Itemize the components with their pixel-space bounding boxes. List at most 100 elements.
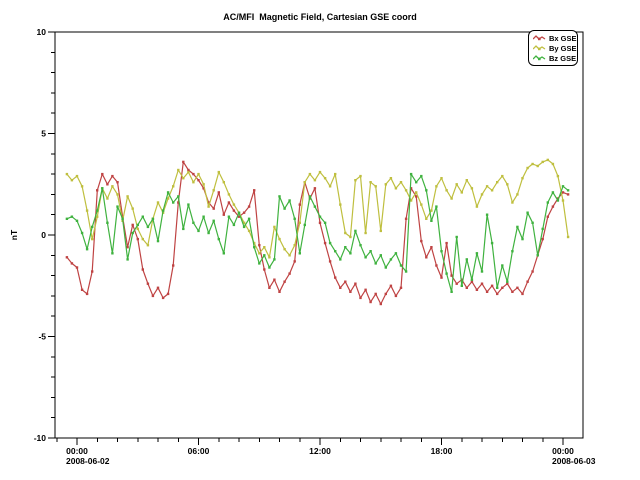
data-point	[248, 230, 250, 232]
data-point	[354, 179, 356, 181]
data-point	[273, 226, 275, 228]
data-point	[187, 203, 189, 205]
data-point	[187, 169, 189, 171]
data-point	[288, 199, 290, 201]
data-point	[385, 183, 387, 185]
data-point	[552, 191, 554, 193]
data-point	[273, 279, 275, 281]
data-point	[202, 183, 204, 185]
data-point	[390, 285, 392, 287]
legend-item-by: By GSE	[533, 43, 574, 53]
y-tick-label: -5	[38, 332, 46, 342]
data-point	[268, 256, 270, 258]
data-point	[496, 181, 498, 183]
data-point	[116, 205, 118, 207]
data-point	[425, 256, 427, 258]
y-tick-label: 0	[41, 230, 46, 240]
data-point	[410, 173, 412, 175]
data-point	[304, 224, 306, 226]
data-point	[516, 193, 518, 195]
data-point	[299, 252, 301, 254]
data-point	[390, 258, 392, 260]
data-point	[167, 191, 169, 193]
data-point	[349, 252, 351, 254]
data-point	[263, 246, 265, 248]
data-point	[537, 254, 539, 256]
data-point	[213, 207, 215, 209]
data-point	[552, 163, 554, 165]
data-point	[440, 250, 442, 252]
data-point	[91, 238, 93, 240]
data-point	[263, 254, 265, 256]
data-point	[324, 242, 326, 244]
data-point	[248, 218, 250, 220]
data-point	[395, 295, 397, 297]
data-point	[380, 303, 382, 305]
data-point	[349, 291, 351, 293]
data-point	[364, 232, 366, 234]
data-point	[380, 254, 382, 256]
data-point	[344, 232, 346, 234]
data-point	[359, 244, 361, 246]
data-point	[91, 226, 93, 228]
data-point	[126, 258, 128, 260]
data-point	[456, 236, 458, 238]
data-point	[66, 256, 68, 258]
data-point	[96, 209, 98, 211]
data-point	[415, 181, 417, 183]
data-point	[314, 179, 316, 181]
data-point	[466, 179, 468, 181]
data-point	[243, 212, 245, 214]
legend-label-bz: Bz GSE	[549, 54, 576, 63]
data-point	[218, 191, 220, 193]
data-point	[557, 175, 559, 177]
data-point	[521, 177, 523, 179]
data-point	[501, 264, 503, 266]
data-point	[466, 258, 468, 260]
data-point	[233, 209, 235, 211]
data-point	[496, 293, 498, 295]
data-point	[542, 161, 544, 163]
data-point	[197, 179, 199, 181]
data-point	[228, 216, 230, 218]
x-tick-label: 00:00	[552, 446, 574, 456]
data-point	[511, 291, 513, 293]
data-point	[354, 230, 356, 232]
data-point	[152, 295, 154, 297]
data-point	[81, 289, 83, 291]
data-point	[456, 183, 458, 185]
x-date-label: 2008-06-02	[66, 456, 110, 466]
data-point	[526, 212, 528, 214]
data-point	[126, 195, 128, 197]
data-point	[202, 216, 204, 218]
y-tick-label: 10	[37, 27, 47, 37]
data-point	[461, 285, 463, 287]
data-point	[137, 224, 139, 226]
data-point	[486, 214, 488, 216]
data-point	[81, 185, 83, 187]
data-point	[86, 209, 88, 211]
data-point	[101, 187, 103, 189]
data-point	[223, 181, 225, 183]
data-point	[466, 287, 468, 289]
data-point	[511, 250, 513, 252]
data-point	[430, 209, 432, 211]
data-point	[486, 291, 488, 293]
data-point	[157, 287, 159, 289]
data-point	[147, 283, 149, 285]
data-point	[258, 262, 260, 264]
data-point	[526, 167, 528, 169]
data-point	[471, 187, 473, 189]
data-point	[349, 236, 351, 238]
data-point	[567, 236, 569, 238]
data-point	[172, 264, 174, 266]
data-point	[101, 173, 103, 175]
data-point	[456, 283, 458, 285]
data-point	[501, 175, 503, 177]
data-point	[547, 216, 549, 218]
data-point	[364, 256, 366, 258]
bx-line-sample-icon	[533, 34, 546, 42]
data-point	[111, 185, 113, 187]
data-point	[390, 177, 392, 179]
data-point	[157, 240, 159, 242]
